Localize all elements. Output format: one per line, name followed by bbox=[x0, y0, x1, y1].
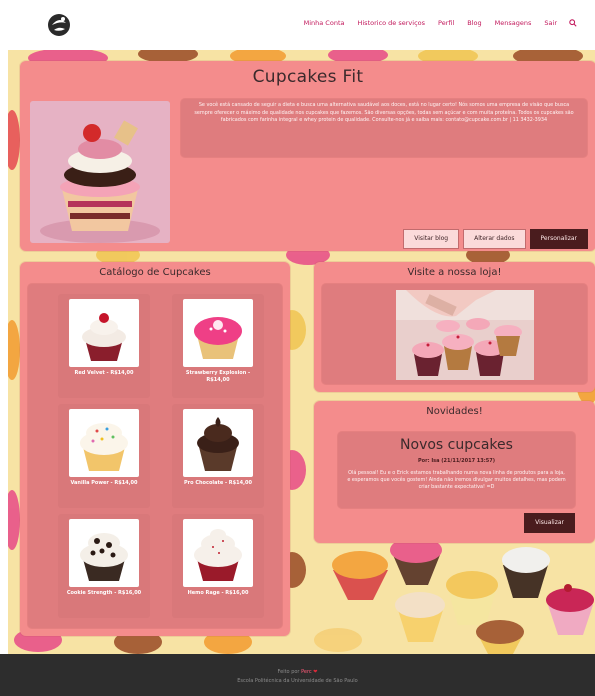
hero-description: Se você está cansado de seguir a dieta e… bbox=[181, 99, 587, 157]
footer-author[interactable]: Perc bbox=[301, 669, 312, 675]
hero-cupcake-image bbox=[30, 101, 170, 243]
catalog-title: Catálogo de Cupcakes bbox=[99, 267, 211, 278]
catalog-panel: Catálogo de Cupcakes Red Velvet - R$14,0… bbox=[20, 262, 290, 636]
product-label: Red Velvet - R$14,00 bbox=[74, 370, 134, 376]
footer-credit: Feito por Perc ❤ bbox=[0, 669, 595, 675]
footer-institution: Escola Politécnica da Universidade de Sã… bbox=[237, 678, 358, 684]
top-navbar: Minha Conta Historico de serviços Perfil… bbox=[0, 0, 595, 50]
news-post-body: Olá pessoal! Eu e o Erick estamos trabal… bbox=[347, 470, 566, 491]
product-card[interactable]: Red Velvet - R$14,00 bbox=[58, 294, 150, 398]
customize-button[interactable]: Personalizar bbox=[529, 229, 588, 249]
product-card[interactable]: Vanilla Power - R$14,00 bbox=[58, 404, 150, 508]
news-post: Novos cupcakes Por: Isa (21/11/2017 13:5… bbox=[338, 432, 575, 508]
product-card[interactable]: Strawberry Explosion - R$14,00 bbox=[172, 294, 264, 398]
footer-made-by: Feito por bbox=[277, 669, 300, 675]
cupcake-photo bbox=[30, 101, 170, 243]
product-thumbnail bbox=[183, 299, 253, 367]
nav-perfil[interactable]: Perfil bbox=[438, 19, 454, 27]
news-section-title: Novidades! bbox=[426, 406, 483, 417]
product-label: Vanilla Power - R$14,00 bbox=[70, 480, 138, 486]
news-post-title: Novos cupcakes bbox=[400, 437, 513, 453]
profile-hero-panel: Cupcakes Fit Se você está cansado de seg… bbox=[20, 61, 595, 251]
main-nav: Minha Conta Historico de serviços Perfil… bbox=[291, 19, 577, 27]
news-post-meta: Por: Isa (21/11/2017 13:57) bbox=[418, 458, 495, 464]
product-thumbnail bbox=[69, 409, 139, 477]
nav-historico[interactable]: Historico de serviços bbox=[357, 19, 425, 27]
edit-data-button[interactable]: Alterar dados bbox=[463, 229, 526, 249]
view-news-button[interactable]: Visualizar bbox=[524, 513, 575, 533]
product-thumbnail bbox=[183, 409, 253, 477]
product-label: Pro Chocolate - R$14,00 bbox=[184, 480, 252, 486]
heart-icon: ❤ bbox=[313, 669, 318, 675]
hero-actions: Visitar blog Alterar dados Personalizar bbox=[403, 229, 588, 249]
nav-mensagens[interactable]: Mensagens bbox=[495, 19, 532, 27]
store-photo[interactable] bbox=[396, 290, 534, 380]
page-title: Cupcakes Fit bbox=[252, 67, 364, 87]
product-label: Cookie Strength - R$16,00 bbox=[66, 590, 142, 596]
cupcake-logo-icon[interactable] bbox=[46, 12, 72, 38]
product-thumbnail bbox=[69, 299, 139, 367]
store-panel: Visite a nossa loja! bbox=[314, 262, 595, 392]
product-card[interactable]: Cookie Strength - R$16,00 bbox=[58, 514, 150, 618]
product-thumbnail bbox=[69, 519, 139, 587]
catalog-grid: Red Velvet - R$14,00 Strawberry Explosio… bbox=[28, 284, 282, 628]
store-title: Visite a nossa loja! bbox=[407, 267, 502, 278]
news-panel: Novidades! Novos cupcakes Por: Isa (21/1… bbox=[314, 401, 595, 543]
footer: Feito por Perc ❤ Escola Politécnica da U… bbox=[0, 654, 595, 696]
nav-minha-conta[interactable]: Minha Conta bbox=[304, 19, 345, 27]
product-card[interactable]: Pro Chocolate - R$14,00 bbox=[172, 404, 264, 508]
product-thumbnail bbox=[183, 519, 253, 587]
nav-sair[interactable]: Sair bbox=[544, 19, 557, 27]
nav-blog[interactable]: Blog bbox=[467, 19, 481, 27]
product-label: Strawberry Explosion - R$14,00 bbox=[185, 370, 251, 383]
product-card[interactable]: Hemo Rage - R$16,00 bbox=[172, 514, 264, 618]
search-icon[interactable] bbox=[569, 19, 577, 27]
product-label: Hemo Rage - R$16,00 bbox=[187, 590, 249, 596]
store-image-frame bbox=[322, 284, 587, 384]
visit-blog-button[interactable]: Visitar blog bbox=[403, 229, 460, 249]
